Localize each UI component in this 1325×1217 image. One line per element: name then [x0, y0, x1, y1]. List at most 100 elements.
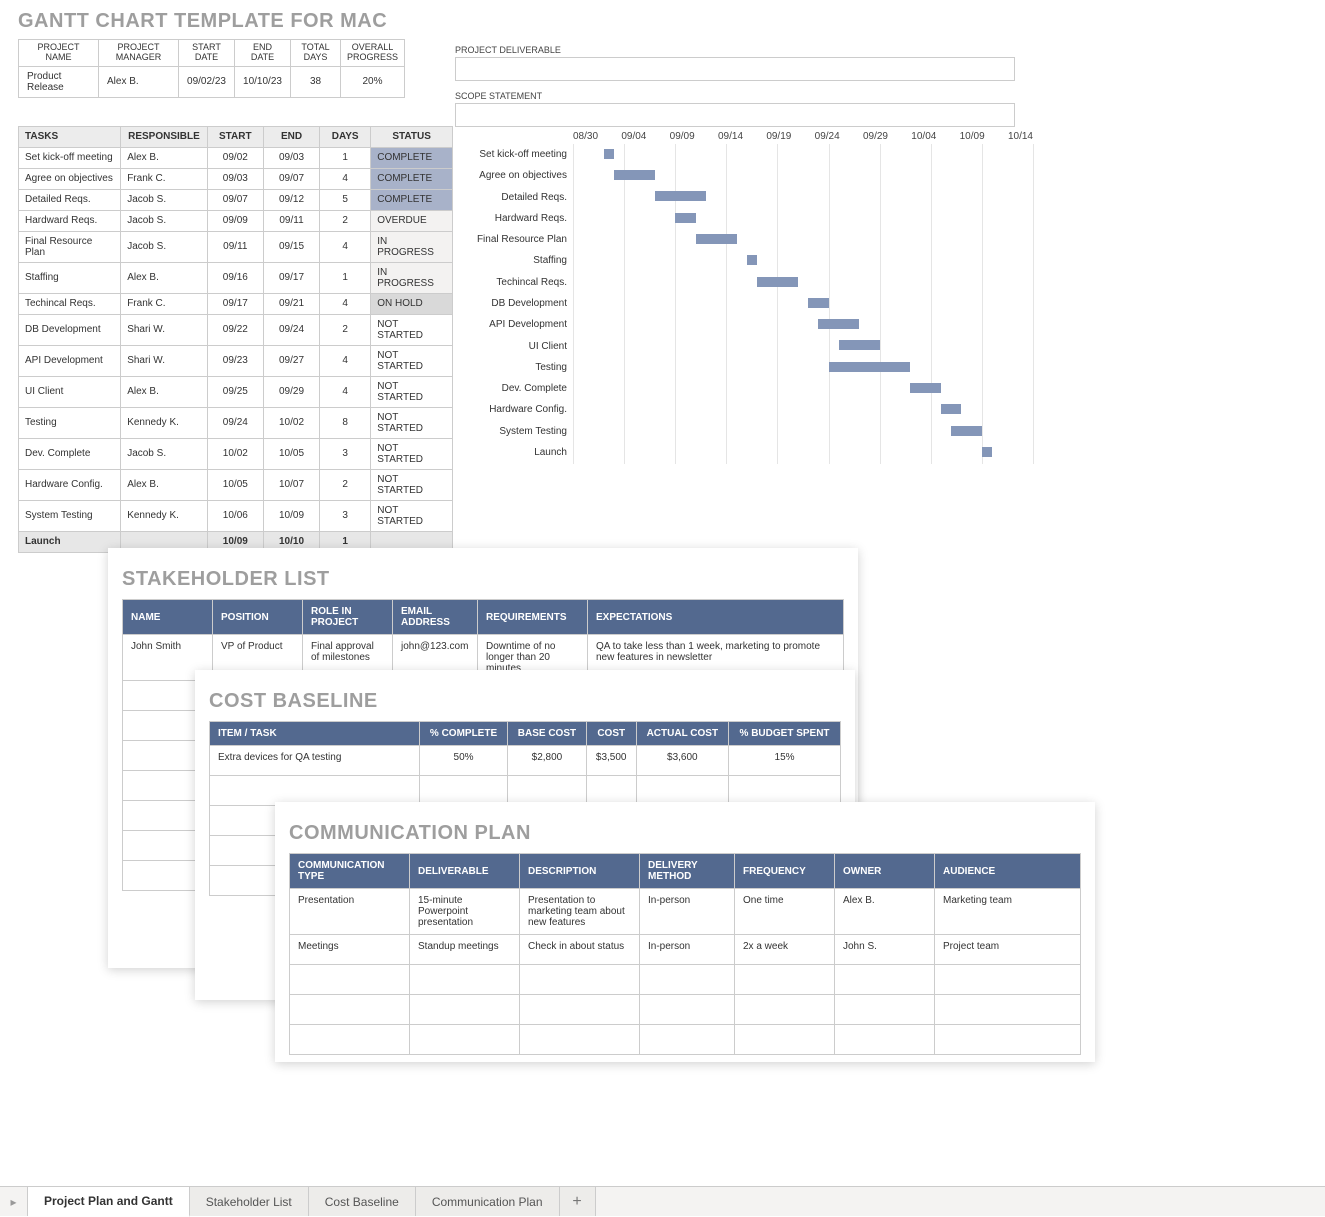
- sheet-tab[interactable]: Project Plan and Gantt: [28, 1187, 190, 1217]
- task-name: UI Client: [19, 376, 121, 407]
- gantt-row: Final Resource Plan: [473, 229, 1033, 250]
- gantt-bar: [655, 191, 706, 201]
- task-responsible: Shari W.: [121, 314, 208, 345]
- cost-h-cost: COST: [586, 722, 636, 746]
- table-row: Detailed Reqs.Jacob S.09/0709/125COMPLET…: [19, 189, 453, 210]
- sheet-tab[interactable]: Cost Baseline: [309, 1187, 416, 1216]
- cost-h-actual: ACTUAL COST: [636, 722, 729, 746]
- task-name: Hardware Config.: [19, 469, 121, 500]
- task-name: Techincal Reqs.: [19, 293, 121, 314]
- comm-freq: 2x a week: [735, 935, 835, 965]
- task-name: Hardward Reqs.: [19, 210, 121, 231]
- task-name: Testing: [19, 407, 121, 438]
- task-status: NOT STARTED: [371, 438, 453, 469]
- task-end: 09/12: [263, 189, 319, 210]
- comm-desc: Presentation to marketing team about new…: [520, 889, 640, 935]
- task-name: Final Resource Plan: [19, 231, 121, 262]
- table-row: Presentation 15-minute Powerpoint presen…: [290, 889, 1081, 935]
- communication-table: COMMUNICATION TYPE DELIVERABLE DESCRIPTI…: [289, 853, 1081, 1055]
- gantt-row-label: Launch: [473, 447, 573, 458]
- task-responsible: Jacob S.: [121, 231, 208, 262]
- task-end: 09/07: [263, 168, 319, 189]
- task-days: 2: [320, 469, 371, 500]
- task-days: 2: [320, 314, 371, 345]
- gantt-bar: [839, 340, 880, 350]
- task-responsible: Frank C.: [121, 168, 208, 189]
- task-days: 8: [320, 407, 371, 438]
- sh-h-position: POSITION: [213, 600, 303, 635]
- task-start: 09/24: [207, 407, 263, 438]
- tab-scroll-icon[interactable]: ▸: [0, 1187, 28, 1216]
- task-end: 09/17: [263, 262, 319, 293]
- cost-cost: $3,500: [586, 746, 636, 776]
- task-name: Agree on objectives: [19, 168, 121, 189]
- scope-input[interactable]: [455, 103, 1015, 127]
- task-status: NOT STARTED: [371, 407, 453, 438]
- summary-progress: 20%: [341, 66, 405, 97]
- gantt-tick: 10/14: [1008, 131, 1033, 142]
- gantt-bar: [757, 277, 798, 287]
- scope-label: SCOPE STATEMENT: [455, 91, 1015, 101]
- gantt-row-label: Staffing: [473, 255, 573, 266]
- sheet-tab[interactable]: Stakeholder List: [190, 1187, 309, 1216]
- task-status: ON HOLD: [371, 293, 453, 314]
- task-days: 4: [320, 168, 371, 189]
- gantt-row-label: DB Development: [473, 298, 573, 309]
- task-end: 09/27: [263, 345, 319, 376]
- tasks-header-status: STATUS: [371, 126, 453, 147]
- task-start: 10/02: [207, 438, 263, 469]
- sheet-tab[interactable]: Communication Plan: [416, 1187, 560, 1216]
- gantt-bar: [910, 383, 941, 393]
- comm-freq: One time: [735, 889, 835, 935]
- add-sheet-button[interactable]: +: [560, 1187, 596, 1216]
- sheet-tabs-bar: ▸ Project Plan and GanttStakeholder List…: [0, 1186, 1325, 1216]
- gantt-row: Hardward Reqs.: [473, 208, 1033, 229]
- table-row: Extra devices for QA testing 50% $2,800 …: [210, 746, 841, 776]
- task-days: 4: [320, 345, 371, 376]
- gantt-bar: [604, 149, 614, 159]
- cost-actual: $3,600: [636, 746, 729, 776]
- summary-manager: Alex B.: [99, 66, 179, 97]
- summary-header-start: START DATE: [179, 40, 235, 67]
- comm-h-type: COMMUNICATION TYPE: [290, 854, 410, 889]
- summary-header-progress: OVERALL PROGRESS: [341, 40, 405, 67]
- gantt-bar: [818, 319, 859, 329]
- deliverable-input[interactable]: [455, 57, 1015, 81]
- task-status: COMPLETE: [371, 147, 453, 168]
- gantt-tick: 10/04: [911, 131, 936, 142]
- gantt-row: System Testing: [473, 421, 1033, 442]
- table-row: StaffingAlex B.09/1609/171IN PROGRESS: [19, 262, 453, 293]
- tasks-header-task: TASKS: [19, 126, 121, 147]
- gantt-row: Set kick-off meeting: [473, 144, 1033, 165]
- task-end: 10/02: [263, 407, 319, 438]
- sh-h-exp: EXPECTATIONS: [588, 600, 844, 635]
- task-start: 09/25: [207, 376, 263, 407]
- sh-h-role: ROLE IN PROJECT: [303, 600, 393, 635]
- task-days: 3: [320, 438, 371, 469]
- task-start: 09/02: [207, 147, 263, 168]
- gantt-tick: 09/24: [815, 131, 840, 142]
- table-row: Agree on objectivesFrank C.09/0309/074CO…: [19, 168, 453, 189]
- task-start: 09/17: [207, 293, 263, 314]
- cost-item: Extra devices for QA testing: [210, 746, 420, 776]
- task-status: NOT STARTED: [371, 376, 453, 407]
- task-start: 10/06: [207, 500, 263, 531]
- sh-h-name: NAME: [123, 600, 213, 635]
- gantt-bar: [696, 234, 737, 244]
- task-days: 4: [320, 293, 371, 314]
- table-row: Hardward Reqs.Jacob S.09/0909/112OVERDUE: [19, 210, 453, 231]
- task-start: 09/23: [207, 345, 263, 376]
- summary-start: 09/02/23: [179, 66, 235, 97]
- gantt-row-label: Testing: [473, 362, 573, 373]
- gantt-tick: 09/04: [621, 131, 646, 142]
- task-days: 3: [320, 500, 371, 531]
- task-days: 1: [320, 262, 371, 293]
- table-row: Final Resource PlanJacob S.09/1109/154IN…: [19, 231, 453, 262]
- gantt-tick: 09/29: [863, 131, 888, 142]
- gantt-row: Dev. Complete: [473, 378, 1033, 399]
- task-days: 2: [320, 210, 371, 231]
- task-name: DB Development: [19, 314, 121, 345]
- gantt-row-label: Techincal Reqs.: [473, 277, 573, 288]
- cost-h-budget: % BUDGET SPENT: [729, 722, 841, 746]
- task-responsible: Alex B.: [121, 262, 208, 293]
